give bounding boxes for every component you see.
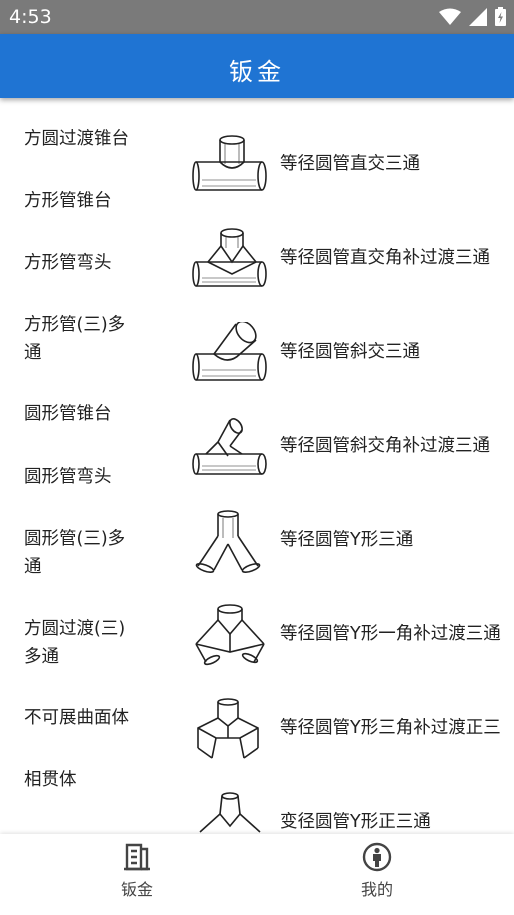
category-list[interactable]: 方圆过渡锥台 方形管锥台 方形管弯头 方形管(三)多 通 圆形管锥台 圆形管弯头… [0, 98, 180, 834]
list-item-label: 等径圆管Y形三角补过渡正三 [280, 718, 501, 738]
category-item[interactable]: 圆形管弯头 [24, 463, 154, 491]
nav-label: 我的 [360, 880, 393, 899]
category-item[interactable]: 方圆过渡锥台 [24, 125, 154, 153]
list-item[interactable]: 等径圆管斜交三通 [180, 316, 514, 410]
list-item[interactable]: 等径圆管斜交角补过渡三通 [180, 410, 514, 504]
page-title: 钣金 [229, 58, 285, 86]
list-item-label: 等径圆管Y形一角补过渡三通 [280, 624, 501, 644]
tee-transition-pipe-icon [192, 228, 267, 287]
status-icons [439, 7, 506, 26]
nav-item-sheet-metal[interactable]: 钣金 [77, 842, 197, 900]
category-item[interactable]: 方形管锥台 [24, 187, 154, 215]
oblique-tee-pipe-icon [192, 322, 267, 381]
y-three-transition-pipe-icon [197, 698, 259, 759]
bottom-nav: 钣金 我的 [0, 834, 514, 915]
app-bar: 钣金 [0, 34, 514, 98]
list-item[interactable]: 等径圆管直交三通 [180, 128, 514, 222]
nav-item-mine[interactable]: 我的 [317, 842, 437, 900]
category-item[interactable]: 方形管弯头 [24, 249, 154, 277]
item-list[interactable]: 等径圆管直交三通 等径圆管直交角补过渡三通 等径圆管斜交三通 等径圆管斜交角补过… [180, 98, 514, 834]
list-item-label: 等径圆管斜交角补过渡三通 [280, 436, 490, 456]
category-item[interactable]: 方形管(三)多 通 [24, 311, 154, 367]
list-item[interactable]: 变径圆管Y形正三通 [180, 786, 514, 834]
person-icon [362, 842, 392, 872]
status-time: 4:53 [9, 6, 52, 28]
document-list-icon [124, 843, 150, 871]
category-item[interactable]: 圆形管锥台 [24, 400, 154, 428]
list-item[interactable]: 等径圆管Y形三角补过渡正三 [180, 692, 514, 786]
list-item-label: 变径圆管Y形正三通 [280, 812, 431, 832]
battery-icon [495, 7, 506, 26]
nav-label: 钣金 [120, 880, 153, 899]
category-item[interactable]: 方圆过渡(三) 多通 [24, 615, 154, 671]
oblique-transition-pipe-icon [192, 418, 267, 475]
list-item[interactable]: 等径圆管直交角补过渡三通 [180, 222, 514, 316]
list-item-label: 等径圆管斜交三通 [280, 342, 420, 362]
tee-pipe-icon [192, 135, 267, 191]
category-item[interactable]: 圆形管(三)多 通 [24, 525, 154, 581]
status-bar: 4:53 [0, 0, 514, 34]
reducing-y-pipe-icon [199, 792, 261, 833]
list-item-label: 等径圆管Y形三通 [280, 530, 414, 550]
category-item[interactable]: 不可展曲面体 [24, 704, 154, 732]
list-item-label: 等径圆管直交角补过渡三通 [280, 248, 490, 268]
signal-icon [469, 7, 487, 26]
y-pipe-icon [195, 510, 261, 573]
y-one-transition-pipe-icon [195, 604, 265, 666]
list-item[interactable]: 等径圆管Y形一角补过渡三通 [180, 598, 514, 692]
category-item[interactable]: 相贯体 [24, 766, 154, 794]
list-item[interactable]: 等径圆管Y形三通 [180, 504, 514, 598]
wifi-icon [439, 8, 461, 25]
list-item-label: 等径圆管直交三通 [280, 154, 420, 174]
